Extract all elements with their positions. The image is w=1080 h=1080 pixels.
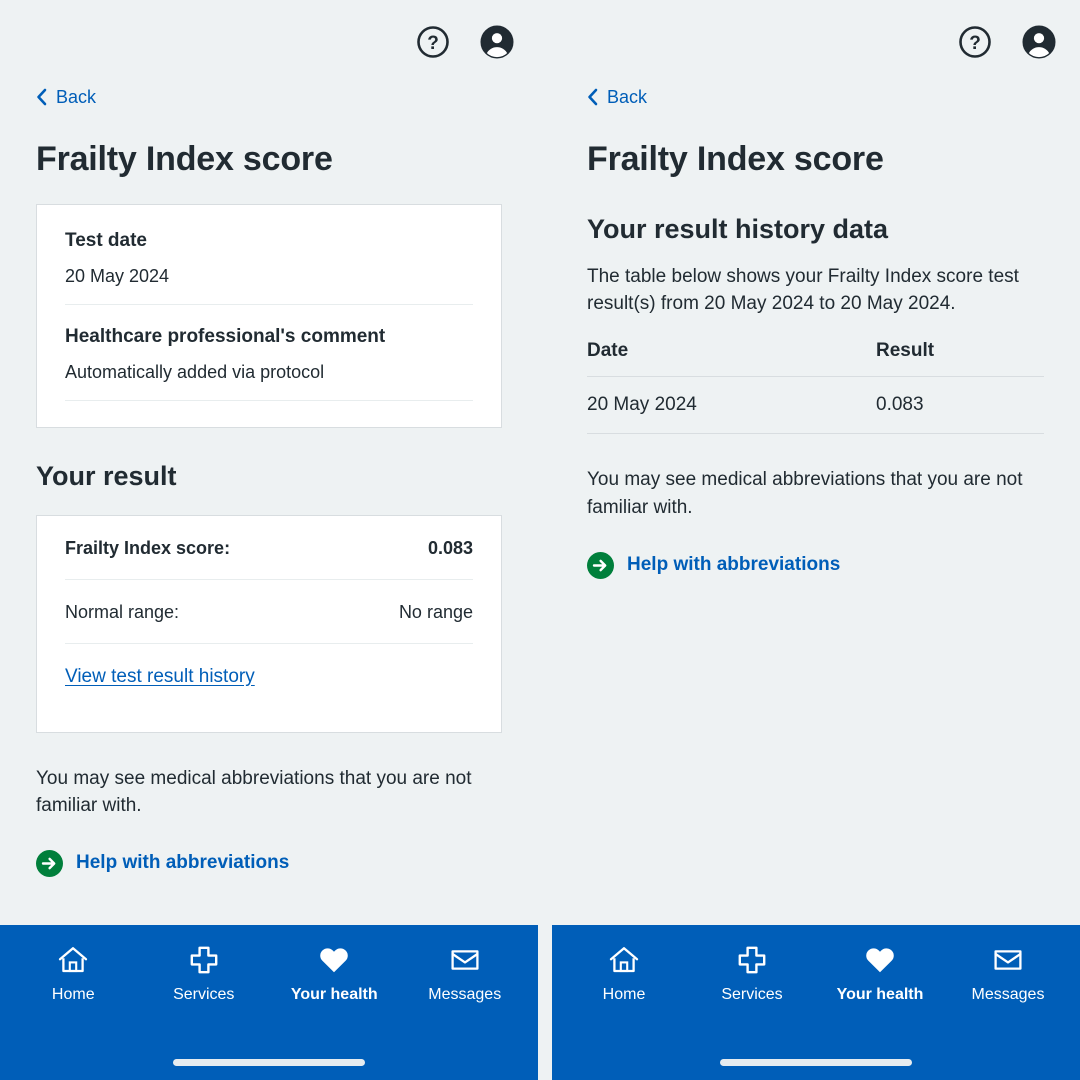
range-value: No range <box>398 601 473 622</box>
back-link[interactable]: Back <box>36 88 96 106</box>
back-link[interactable]: Back <box>587 88 647 106</box>
home-indicator[interactable] <box>720 1059 912 1066</box>
page-title: Frailty Index score <box>587 140 884 178</box>
account-circle-icon[interactable] <box>1022 25 1056 59</box>
home-indicator-wrap <box>552 1059 1080 1080</box>
result-history-link-row: View test result history <box>65 644 473 732</box>
abbreviations-note: You may see medical abbreviations that y… <box>36 767 472 817</box>
score-label: Frailty Index score: <box>65 537 231 558</box>
help-circle-icon[interactable]: ? <box>416 25 450 59</box>
nav-label-messages: Messages <box>428 986 502 1003</box>
nav-item-your-health[interactable]: Your health <box>832 943 928 1003</box>
svg-text:?: ? <box>427 33 439 54</box>
comment-label: Healthcare professional's comment <box>65 326 386 348</box>
history-description: The table below shows your Frailty Index… <box>587 266 1019 315</box>
plus-cross-icon <box>187 943 221 977</box>
table-header-date: Date <box>587 340 872 378</box>
arrow-right-circle-icon <box>587 551 614 579</box>
nav-item-services[interactable]: Services <box>156 943 252 1003</box>
nav-item-home[interactable]: Home <box>576 943 672 1003</box>
table-header-result: Result <box>872 340 1044 378</box>
screen-gap <box>538 0 552 1080</box>
test-date-value: 20 May 2024 <box>65 265 170 286</box>
help-link-label: Help with abbreviations <box>76 852 290 874</box>
nav-items: Home Services Your health Messages <box>0 943 538 1003</box>
right-phone-screen: ? Back Frailty Index score Your result h… <box>552 0 1080 1080</box>
nav-item-services[interactable]: Services <box>704 943 800 1003</box>
range-label: Normal range: <box>65 601 180 622</box>
table-cell-result: 0.083 <box>872 376 1044 435</box>
nav-label-messages: Messages <box>971 986 1045 1003</box>
page-title: Frailty Index score <box>36 140 333 178</box>
right-bottom-nav: Home Services Your health Messages <box>552 925 1080 1080</box>
table-cell-date: 20 May 2024 <box>587 376 872 435</box>
nav-label-home: Home <box>602 986 646 1003</box>
left-phone-screen: ? Back Frailty Index score Test date 20 … <box>0 0 538 1080</box>
left-top-bar: ? <box>0 0 538 84</box>
envelope-icon <box>448 943 482 977</box>
nav-item-messages[interactable]: Messages <box>960 943 1056 1003</box>
table-body: 20 May 2024 0.083 <box>587 376 1044 435</box>
left-bottom-nav: Home Services Your health Messages <box>0 925 538 1080</box>
score-value: 0.083 <box>427 537 473 558</box>
plus-cross-icon <box>735 943 769 977</box>
left-content: Back Frailty Index score Test date 20 Ma… <box>0 84 538 925</box>
result-card: Frailty Index score: 0.083 Normal range:… <box>36 514 502 733</box>
card-divider <box>65 304 473 306</box>
your-result-heading: Your result <box>36 461 177 492</box>
help-link-label: Help with abbreviations <box>627 554 841 576</box>
home-icon <box>607 943 641 977</box>
test-date-label: Test date <box>65 230 148 252</box>
chevron-left-icon <box>587 88 598 106</box>
svg-text:?: ? <box>969 33 981 54</box>
help-with-abbreviations-link[interactable]: Help with abbreviations <box>587 551 841 579</box>
chevron-left-icon <box>36 88 47 106</box>
result-row-score: Frailty Index score: 0.083 <box>65 516 473 580</box>
account-circle-icon[interactable] <box>480 25 514 59</box>
home-indicator-wrap <box>0 1059 538 1080</box>
heart-icon <box>317 943 351 977</box>
nav-label-services: Services <box>721 986 783 1003</box>
heart-icon <box>863 943 897 977</box>
card-divider-bottom <box>65 400 473 402</box>
home-indicator[interactable] <box>173 1059 365 1066</box>
table-header-row: Date Result <box>587 340 1044 378</box>
right-content: Back Frailty Index score Your result his… <box>552 84 1080 925</box>
result-row-range: Normal range: No range <box>65 580 473 644</box>
arrow-right-circle-icon <box>36 849 63 877</box>
test-detail-card: Test date 20 May 2024 Healthcare profess… <box>36 204 502 429</box>
home-icon <box>56 943 90 977</box>
view-test-result-history-link[interactable]: View test result history <box>65 666 255 687</box>
envelope-icon <box>991 943 1025 977</box>
right-top-bar: ? <box>552 0 1080 84</box>
table-row: 20 May 2024 0.083 <box>587 376 1044 435</box>
nav-label-your-health: Your health <box>290 986 378 1003</box>
nav-label-home: Home <box>51 986 95 1003</box>
test-date-block: Test date 20 May 2024 <box>65 229 473 304</box>
back-link-label: Back <box>607 87 648 107</box>
table-head: Date Result <box>587 340 1044 378</box>
back-link-label: Back <box>56 87 97 107</box>
comment-block: Healthcare professional's comment Automa… <box>65 325 473 400</box>
dual-screen-container: ? Back Frailty Index score Test date 20 … <box>0 0 1080 1080</box>
comment-value: Automatically added via protocol <box>65 361 325 382</box>
help-with-abbreviations-link[interactable]: Help with abbreviations <box>36 849 290 877</box>
nav-item-your-health[interactable]: Your health <box>286 943 382 1003</box>
nav-item-messages[interactable]: Messages <box>417 943 513 1003</box>
nav-item-home[interactable]: Home <box>25 943 121 1003</box>
nav-label-services: Services <box>173 986 235 1003</box>
nav-items: Home Services Your health Messages <box>552 943 1080 1003</box>
result-history-table: Date Result 20 May 2024 0.083 <box>587 340 1044 435</box>
history-heading: Your result history data <box>587 214 889 245</box>
help-circle-icon[interactable]: ? <box>958 25 992 59</box>
nav-label-your-health: Your health <box>836 986 924 1003</box>
abbreviations-note: You may see medical abbreviations that y… <box>587 469 1023 518</box>
